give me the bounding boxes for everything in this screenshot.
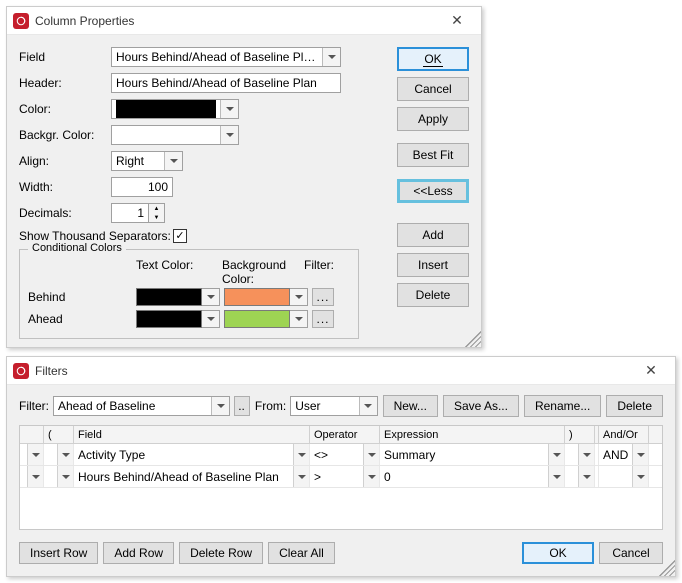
chevron-down-icon[interactable] <box>164 152 182 170</box>
col-operator[interactable]: Operator <box>310 426 380 443</box>
criteria-row: Hours Behind/Ahead of Baseline Plan > 0 <box>20 466 662 488</box>
row-selector[interactable] <box>20 444 44 465</box>
apply-button[interactable]: Apply <box>397 107 469 131</box>
cancel-button[interactable]: Cancel <box>397 77 469 101</box>
paren-close-cell[interactable] <box>565 444 595 465</box>
expression-cell[interactable]: 0 <box>380 466 565 487</box>
cc-header: Text Color: Background Color: Filter: <box>28 258 350 286</box>
width-input[interactable]: 100 <box>111 177 173 197</box>
new-button[interactable]: New... <box>383 395 438 417</box>
clear-all-button[interactable]: Clear All <box>268 542 335 564</box>
color-label: Color: <box>19 102 111 116</box>
col-expression[interactable]: Expression <box>380 426 565 443</box>
app-icon <box>13 363 29 379</box>
app-icon <box>13 13 29 29</box>
chevron-down-icon[interactable] <box>290 288 308 306</box>
bg-color-swatch[interactable] <box>224 310 290 328</box>
chevron-down-icon[interactable] <box>220 126 238 144</box>
from-label: From: <box>255 399 286 413</box>
align-label: Align: <box>19 154 111 168</box>
show-sep-label: Show Thousand Separators: <box>19 229 173 243</box>
andor-cell[interactable]: AND <box>599 444 649 465</box>
width-label: Width: <box>19 180 111 194</box>
chevron-down-icon[interactable] <box>211 397 229 415</box>
operator-cell[interactable]: > <box>310 466 380 487</box>
decimals-label: Decimals: <box>19 206 111 220</box>
field-label: Field <box>19 50 111 64</box>
color-swatch <box>116 100 216 118</box>
paren-open-cell[interactable] <box>44 444 74 465</box>
field-cell[interactable]: Hours Behind/Ahead of Baseline Plan <box>74 466 310 487</box>
from-combo[interactable]: User <box>290 396 377 416</box>
show-sep-checkbox[interactable] <box>173 229 187 243</box>
color-combo[interactable] <box>111 99 239 119</box>
titlebar: Column Properties ✕ <box>7 7 481 35</box>
andor-cell[interactable] <box>599 466 649 487</box>
window-title: Column Properties <box>35 14 437 28</box>
insert-row-button[interactable]: Insert Row <box>19 542 98 564</box>
field-combo[interactable]: Hours Behind/Ahead of Baseline Plan (Dec… <box>111 47 341 67</box>
filter-ellipsis-button[interactable]: ... <box>312 288 334 306</box>
filter-browse-button[interactable]: .. <box>234 396 250 416</box>
delete-button[interactable]: Delete <box>397 283 469 307</box>
col-and-or[interactable]: And/Or <box>599 426 649 443</box>
window-title: Filters <box>35 364 631 378</box>
spinner-arrows[interactable]: ▲▼ <box>149 203 165 223</box>
conditional-colors-group: Conditional Colors Text Color: Backgroun… <box>19 249 359 339</box>
less-button[interactable]: <<Less <box>397 179 469 203</box>
bg-color-swatch[interactable] <box>224 288 290 306</box>
titlebar: Filters ✕ <box>7 357 675 385</box>
resize-grip[interactable] <box>465 331 481 347</box>
close-icon[interactable]: ✕ <box>437 10 477 32</box>
chevron-down-icon[interactable] <box>322 48 340 66</box>
header-label: Header: <box>19 76 111 90</box>
best-fit-button[interactable]: Best Fit <box>397 143 469 167</box>
backgr-label: Backgr. Color: <box>19 128 111 142</box>
filter-label: Filter: <box>19 399 49 413</box>
text-color-swatch[interactable] <box>136 310 202 328</box>
text-color-swatch[interactable] <box>136 288 202 306</box>
save-as-button[interactable]: Save As... <box>443 395 519 417</box>
add-row-button[interactable]: Add Row <box>103 542 174 564</box>
filters-window: Filters ✕ Filter: Ahead of Baseline .. F… <box>6 356 676 577</box>
rename-button[interactable]: Rename... <box>524 395 601 417</box>
chevron-down-icon[interactable] <box>202 310 220 328</box>
align-combo[interactable]: Right <box>111 151 183 171</box>
backgr-swatch <box>116 126 216 144</box>
close-icon[interactable]: ✕ <box>631 360 671 382</box>
ok-button[interactable]: OK <box>397 47 469 71</box>
resize-grip[interactable] <box>659 560 675 576</box>
header-input[interactable]: Hours Behind/Ahead of Baseline Plan <box>111 73 341 93</box>
filter-ellipsis-button[interactable]: ... <box>312 310 334 328</box>
right-button-column: OK Cancel Apply Best Fit <<Less Add Inse… <box>397 47 469 313</box>
row-selector[interactable] <box>20 466 44 487</box>
column-properties-window: Column Properties ✕ OK Cancel Apply Best… <box>6 6 482 348</box>
cc-row-behind: Behind ... <box>28 288 350 306</box>
col-paren-open[interactable]: ( <box>44 426 74 443</box>
operator-cell[interactable]: <> <box>310 444 380 465</box>
criteria-grid: ( Field Operator Expression ) And/Or Act… <box>19 425 663 530</box>
cancel-button[interactable]: Cancel <box>599 542 663 564</box>
criteria-row: Activity Type <> Summary AND <box>20 444 662 466</box>
field-cell[interactable]: Activity Type <box>74 444 310 465</box>
add-button[interactable]: Add <box>397 223 469 247</box>
ok-button[interactable]: OK <box>522 542 594 564</box>
chevron-down-icon[interactable] <box>202 288 220 306</box>
delete-filter-button[interactable]: Delete <box>606 395 663 417</box>
backgr-color-combo[interactable] <box>111 125 239 145</box>
group-legend: Conditional Colors <box>28 242 126 254</box>
paren-close-cell[interactable] <box>565 466 595 487</box>
decimals-spinner[interactable]: 1 ▲▼ <box>111 203 165 223</box>
cc-row-ahead: Ahead ... <box>28 310 350 328</box>
delete-row-button[interactable]: Delete Row <box>179 542 263 564</box>
chevron-down-icon[interactable] <box>359 397 377 415</box>
chevron-down-icon[interactable] <box>220 100 238 118</box>
chevron-down-icon[interactable] <box>290 310 308 328</box>
insert-button[interactable]: Insert <box>397 253 469 277</box>
col-field[interactable]: Field <box>74 426 310 443</box>
col-paren-close[interactable]: ) <box>565 426 595 443</box>
paren-open-cell[interactable] <box>44 466 74 487</box>
filter-name-combo[interactable]: Ahead of Baseline <box>53 396 230 416</box>
expression-cell[interactable]: Summary <box>380 444 565 465</box>
